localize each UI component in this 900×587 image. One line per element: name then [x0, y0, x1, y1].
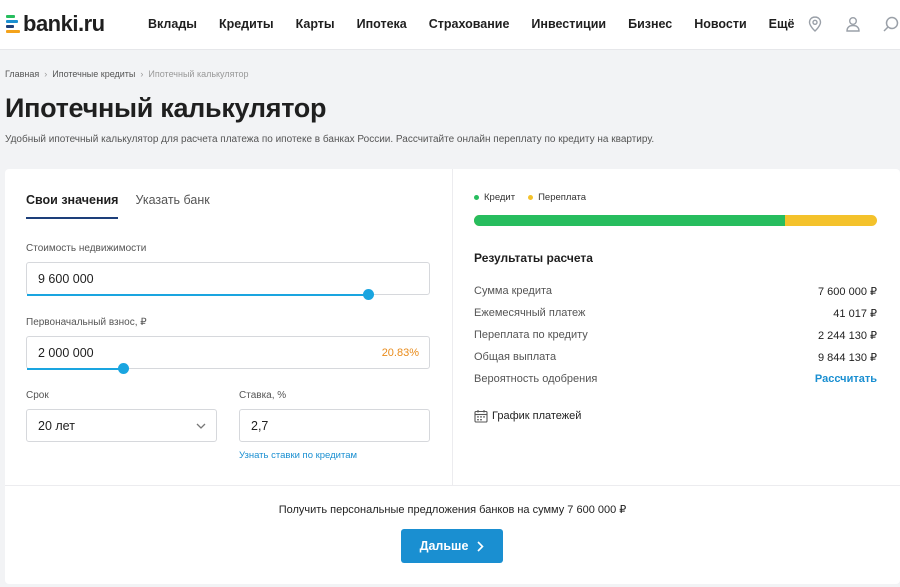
legend-credit-dot	[474, 195, 479, 200]
downpayment-percent: 20.83%	[381, 347, 419, 359]
legend-credit-label: Кредит	[484, 192, 516, 203]
calculator-card: Свои значения Указать банк Стоимость нед…	[5, 169, 900, 584]
breadcrumb-home[interactable]: Главная	[5, 69, 39, 79]
offer-text: Получить персональные предложения банков…	[278, 504, 627, 516]
result-row-total-payment: Общая выплата 9 844 130 ₽	[474, 351, 877, 365]
property-value-label: Стоимость недвижимости	[26, 243, 147, 254]
legend-overpay-label: Переплата	[538, 192, 587, 203]
user-icon[interactable]	[844, 15, 862, 33]
breadcrumb-separator: ›	[140, 69, 144, 79]
result-row-monthly-payment: Ежемесячный платеж 41 017 ₽	[474, 307, 877, 321]
divider	[452, 169, 453, 485]
breadcrumb-current: Ипотечный калькулятор	[148, 69, 249, 79]
breadcrumb-section[interactable]: Ипотечные кредиты	[52, 69, 135, 79]
nav-item-credits[interactable]: Кредиты	[219, 17, 274, 31]
legend-overpay: Переплата	[528, 192, 586, 203]
tab-own-values[interactable]: Свои значения	[26, 193, 119, 219]
chevron-down-icon	[196, 423, 206, 429]
breadcrumb-separator: ›	[44, 69, 48, 79]
nav-item-news[interactable]: Новости	[694, 17, 746, 31]
nav-item-deposits[interactable]: Вклады	[148, 17, 197, 31]
result-label: Сумма кредита	[474, 285, 553, 297]
legend-credit: Кредит	[474, 192, 515, 203]
payment-schedule-link[interactable]: График платежей	[474, 409, 581, 423]
credit-overpay-bar	[474, 215, 877, 226]
chevron-right-icon	[477, 540, 485, 552]
nav-item-investments[interactable]: Инвестиции	[531, 17, 606, 31]
logo-text: banki.ru	[23, 11, 105, 36]
term-value: 20 лет	[38, 419, 75, 433]
rates-link[interactable]: Узнать ставки по кредитам	[239, 450, 357, 461]
site-header: banki.ru Вклады Кредиты Карты Ипотека Ст…	[0, 0, 900, 50]
results-title: Результаты расчета	[474, 251, 593, 265]
rate-value: 2,7	[251, 419, 269, 433]
nav-item-insurance[interactable]: Страхование	[429, 17, 510, 31]
calculator-tabs: Свои значения Указать банк	[26, 193, 227, 219]
nav-item-mortgage[interactable]: Ипотека	[357, 17, 407, 31]
page-title: Ипотечный калькулятор	[5, 93, 327, 123]
nav-item-cards[interactable]: Карты	[296, 17, 335, 31]
next-button-label: Дальше	[419, 539, 469, 553]
result-row-loan-amount: Сумма кредита 7 600 000 ₽	[474, 285, 877, 299]
chart-legend: Кредит Переплата	[474, 192, 599, 203]
downpayment-slider-track	[27, 368, 124, 370]
downpayment-input[interactable]: 2 000 000 20.83%	[26, 336, 430, 369]
result-value: 41 017 ₽	[833, 308, 877, 320]
breadcrumb: Главная › Ипотечные кредиты › Ипотечный …	[5, 69, 249, 79]
tab-choose-bank[interactable]: Указать банк	[135, 193, 209, 219]
calendar-icon	[474, 410, 488, 423]
payment-schedule-label: График платежей	[492, 410, 582, 422]
downpayment-text: 2 000 000	[38, 346, 94, 360]
term-select[interactable]: 20 лет	[26, 409, 217, 442]
banki-logo[interactable]: banki.ru	[6, 11, 105, 37]
location-pin-icon[interactable]	[806, 15, 824, 33]
nav-item-business[interactable]: Бизнес	[628, 17, 672, 31]
calculate-link[interactable]: Рассчитать	[815, 373, 877, 385]
downpayment-slider-handle[interactable]	[117, 363, 129, 374]
next-button[interactable]: Дальше	[401, 529, 503, 563]
main-nav: Вклады Кредиты Карты Ипотека Страхование…	[148, 17, 817, 31]
nav-item-more[interactable]: Ещё	[769, 17, 795, 31]
divider	[5, 485, 900, 486]
downpayment-label: Первоначальный взнос, ₽	[26, 317, 147, 328]
credit-share-fill	[474, 215, 786, 226]
property-slider-track	[27, 294, 369, 296]
result-label: Ежемесячный платеж	[474, 307, 586, 319]
logo-bars-icon	[6, 14, 20, 34]
rate-label: Ставка, %	[239, 390, 287, 401]
result-value: 9 844 130 ₽	[818, 352, 877, 364]
result-value: 7 600 000 ₽	[818, 286, 877, 298]
result-label: Общая выплата	[474, 351, 557, 363]
property-slider-handle[interactable]	[363, 289, 375, 300]
page-subtitle: Удобный ипотечный калькулятор для расчет…	[5, 134, 655, 145]
search-icon[interactable]	[882, 15, 900, 33]
term-label: Срок	[26, 390, 49, 401]
result-row-approval-probability: Вероятность одобрения Рассчитать	[474, 373, 877, 387]
result-row-overpayment: Переплата по кредиту 2 244 130 ₽	[474, 329, 877, 343]
rate-input[interactable]: 2,7	[239, 409, 430, 442]
result-value: 2 244 130 ₽	[818, 330, 877, 342]
result-label: Переплата по кредиту	[474, 329, 588, 341]
legend-overpay-dot	[528, 195, 534, 200]
result-label: Вероятность одобрения	[474, 373, 598, 385]
property-value-text: 9 600 000	[38, 272, 94, 286]
